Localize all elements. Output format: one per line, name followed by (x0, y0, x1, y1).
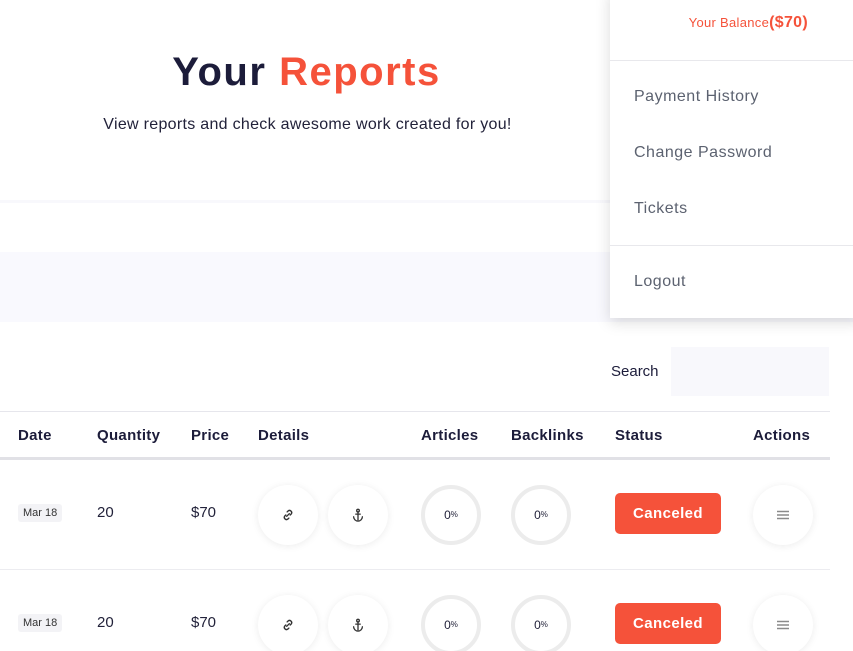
balance-value: ($70) (769, 14, 808, 31)
header-quantity: Quantity (97, 427, 161, 444)
view-links-button[interactable] (258, 485, 318, 545)
anchor-icon (352, 618, 364, 632)
dropdown-divider (610, 60, 853, 61)
hamburger-menu-icon (777, 510, 789, 520)
table-header: Date Quantity Price Details Articles Bac… (0, 411, 830, 460)
row-actions-button[interactable] (753, 595, 813, 651)
date-badge: Mar 18 (18, 504, 63, 522)
backlinks-value: 0 (534, 618, 541, 632)
link-icon (283, 509, 293, 521)
menu-item-tickets[interactable]: Tickets (634, 200, 688, 218)
header-details: Details (258, 427, 310, 444)
header-backlinks: Backlinks (511, 427, 584, 444)
table-row: Mar 18 20 $70 0% 0 % Canceled (0, 460, 830, 570)
articles-value: 0 (444, 618, 451, 632)
page-title-accent: Reports (279, 50, 441, 94)
view-links-button[interactable] (258, 595, 318, 651)
page-title-main: Your (172, 50, 267, 94)
status-canceled-button[interactable]: Canceled (615, 493, 721, 534)
dropdown-divider (610, 245, 853, 246)
view-anchors-button[interactable] (328, 485, 388, 545)
view-anchors-button[interactable] (328, 595, 388, 651)
backlinks-progress: 0% (511, 595, 571, 651)
articles-value: 0 (444, 508, 451, 522)
menu-item-payment-history[interactable]: Payment History (634, 88, 759, 106)
table-row: Mar 18 20 $70 0% 0 % Canceled (0, 570, 830, 651)
header-articles: Articles (421, 427, 479, 444)
menu-item-logout[interactable]: Logout (634, 273, 686, 291)
date-badge: Mar 18 (18, 614, 63, 632)
hamburger-menu-icon (777, 620, 789, 630)
backlinks-unit: % (540, 619, 548, 629)
status-canceled-button[interactable]: Canceled (615, 603, 721, 644)
menu-item-change-password[interactable]: Change Password (634, 144, 772, 162)
quantity-cell: 20 (97, 504, 114, 521)
price-cell: $70 (191, 504, 217, 521)
row-actions-button[interactable] (753, 485, 813, 545)
page-title: Your Reports (0, 50, 613, 95)
articles-unit: % (450, 619, 458, 629)
reports-table: Date Quantity Price Details Articles Bac… (0, 411, 830, 651)
balance-display: Your Balance($70) (689, 14, 808, 32)
backlinks-value: 0 (534, 508, 541, 522)
search-label: Search (611, 363, 659, 380)
header-price: Price (191, 427, 230, 444)
backlinks-unit: % (540, 509, 548, 519)
anchor-icon (352, 508, 364, 522)
backlinks-progress: 0% (511, 485, 571, 545)
quantity-cell: 20 (97, 614, 114, 631)
balance-label: Your Balance (688, 15, 770, 30)
articles-progress: 0% (421, 595, 481, 651)
header-date: Date (18, 427, 52, 444)
header-status: Status (615, 427, 663, 444)
articles-unit: % (450, 509, 458, 519)
page-subtitle: View reports and check awesome work crea… (103, 116, 512, 133)
search-input[interactable] (671, 347, 829, 396)
articles-progress: 0% (421, 485, 481, 545)
account-dropdown: Your Balance($70) Payment History Change… (610, 0, 853, 318)
header-actions: Actions (753, 427, 811, 444)
reports-page: Your Reports View reports and check awes… (0, 0, 853, 651)
link-icon (283, 619, 293, 631)
price-cell: $70 (191, 614, 217, 631)
